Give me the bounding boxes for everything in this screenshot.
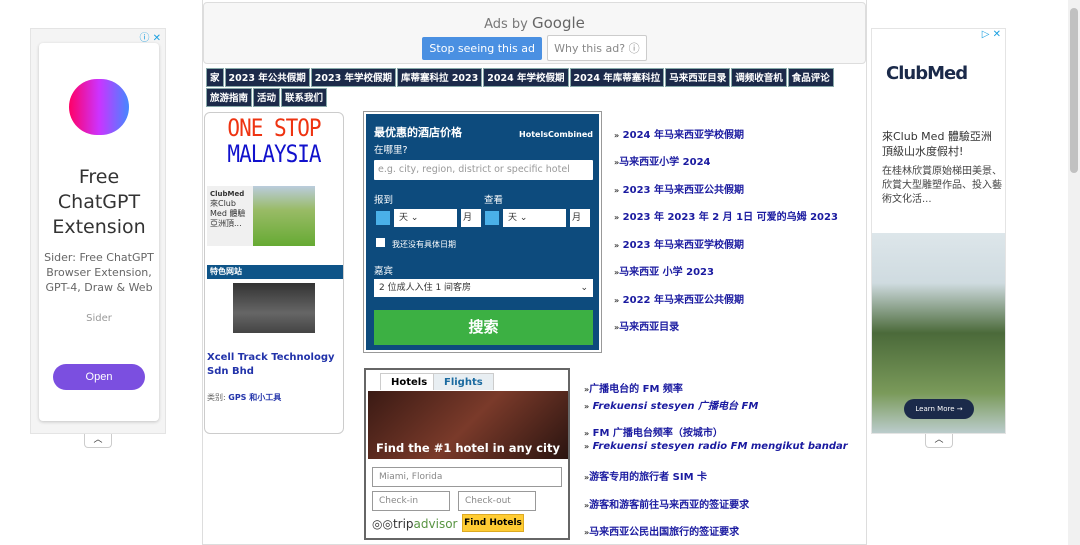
link[interactable]: 2023 年马来西亚公共假期 — [623, 185, 744, 196]
no-dates-checkbox[interactable] — [376, 238, 385, 247]
ad-description: Sider: Free ChatGPT Browser Extension, G… — [44, 251, 154, 294]
location-input[interactable]: Miami, Florida — [372, 467, 562, 487]
hotel-banner: Find the #1 hotel in any city — [368, 391, 568, 459]
ad-headline: Free ChatGPT Extension — [52, 166, 146, 238]
link[interactable]: 2023 年 2023 年 2 月 1日 可爱的乌姆 2023 — [623, 212, 838, 223]
logo-line2[interactable]: MALAYSIA — [205, 140, 343, 168]
ad-close-icon[interactable]: ▷ ✕ — [982, 29, 1001, 40]
link[interactable]: 2023 年马来西亚学校假期 — [623, 240, 744, 251]
checkout-month-select[interactable]: 月 — [570, 209, 590, 227]
guests-select[interactable]: 2 位成人入住 1 间客房 ⌄ — [374, 279, 593, 297]
nav-item[interactable]: 库蒂塞科拉 2023 — [397, 68, 483, 87]
link[interactable]: 马来西亚目录 — [619, 322, 679, 333]
category-label: 类别: — [207, 393, 226, 402]
link[interactable]: 广播电台的 FM 频率 — [589, 384, 683, 395]
why-this-ad-button[interactable]: Why this ad? ⓘ — [547, 35, 647, 61]
open-button[interactable]: Open — [53, 364, 145, 390]
category-link[interactable]: GPS 和小工具 — [228, 393, 281, 402]
checkin-label: 报到 — [374, 195, 394, 206]
link[interactable]: 游客和游客前往马来西亚的签证要求 — [589, 500, 749, 511]
nav-item[interactable]: 联系我们 — [281, 88, 328, 107]
site-link[interactable]: Xcell Track Technology Sdn Bhd — [207, 351, 343, 379]
search-button[interactable]: 搜索 — [374, 310, 593, 345]
guests-label: 嘉宾 — [374, 266, 394, 277]
mini-ad-brand: ClubMed — [210, 190, 245, 198]
nav-item[interactable]: 2023 年学校假期 — [310, 68, 397, 87]
main-nav: 家 2023 年公共假期 2023 年学校假期 库蒂塞科拉 2023 2024 年学校假… — [206, 68, 861, 108]
checkout-day-select[interactable]: 天 ⌄ — [503, 209, 566, 227]
checkin-day-select[interactable]: 天 ⌄ — [394, 209, 457, 227]
ad-title: 來Club Med 體驗亞洲頂級山水度假村! — [882, 130, 992, 158]
nav-item[interactable]: 2024 年学校假期 — [483, 68, 569, 87]
scrollbar[interactable] — [1068, 0, 1080, 545]
nav-item[interactable]: 食品评论 — [787, 68, 834, 87]
rice-terrace-image — [253, 186, 315, 246]
tab-hotels[interactable]: Hotels — [380, 373, 439, 390]
tab-flights[interactable]: Flights — [433, 373, 494, 390]
nav-item[interactable]: 2023 年公共假期 — [224, 68, 310, 87]
collapse-ad-button[interactable]: ︿ — [925, 434, 953, 448]
link[interactable]: FM 广播电台频率（按城市） — [593, 428, 723, 439]
right-ad[interactable]: ▷ ✕ ClubMed 來Club Med 體驗亞洲頂級山水度假村! 在桂林欣賞… — [871, 28, 1006, 434]
widget-title: 最优惠的酒店价格 — [374, 126, 462, 139]
link[interactable]: 2022 年马来西亚公共假期 — [623, 295, 744, 306]
left-ad[interactable]: ⓘ ✕ Free ChatGPT Extension Sider: Free C… — [30, 28, 166, 434]
link[interactable]: 马来西亚 小学 2023 — [619, 267, 714, 278]
checkout-label: 查看 — [484, 195, 504, 206]
google-logo: Google — [532, 14, 585, 32]
no-dates-label: 我还没有具体日期 — [392, 240, 456, 249]
link[interactable]: Frekuensi stesyen radio FM mengikut band… — [593, 441, 848, 452]
calendar-icon[interactable] — [485, 211, 499, 225]
calendar-icon[interactable] — [376, 211, 390, 225]
link[interactable]: Frekuensi stesyen 广播电台 FM — [593, 401, 759, 412]
clubmed-logo: ClubMed — [886, 63, 968, 84]
link[interactable]: 2024 年马来西亚学校假期 — [623, 130, 744, 141]
link[interactable]: 马来西亚小学 2024 — [619, 157, 710, 168]
tripadvisor-widget: Hotels Flights Find the #1 hotel in any … — [364, 368, 570, 540]
nav-item[interactable]: 活动 — [253, 88, 281, 107]
featured-label: 特色网站 — [207, 265, 343, 279]
collapse-ad-button[interactable]: ︿ — [84, 434, 112, 448]
learn-more-button[interactable]: Learn More → — [904, 399, 974, 419]
checkin-month-select[interactable]: 月 — [461, 209, 481, 227]
tripadvisor-logo: ◎◎tripadvisor — [372, 517, 458, 531]
stop-seeing-ad-button[interactable]: Stop seeing this ad — [422, 37, 542, 60]
left-sidebar: ONE STOP MALAYSIA ClubMed 來Club Med 體驗亞洲頂… — [204, 112, 344, 434]
find-hotels-button[interactable]: Find Hotels — [462, 514, 524, 532]
nav-item[interactable]: 2024 年库蒂塞科拉 — [569, 68, 665, 87]
nav-item[interactable]: 调频收音机 — [731, 68, 787, 87]
logo-line1[interactable]: ONE STOP — [205, 114, 343, 142]
brain-logo-icon — [69, 79, 129, 135]
where-label: 在哪里? — [374, 145, 408, 156]
mini-ad-text: 來Club Med 體驗亞洲頂... — [210, 199, 246, 228]
link[interactable]: 游客专用的旅行者 SIM 卡 — [589, 472, 707, 483]
owl-icon: ◎◎ — [372, 517, 393, 531]
top-ad: Ads by Google Stop seeing this ad Why th… — [203, 2, 866, 64]
link[interactable]: 马来西亚公民出国旅行的签证要求 — [589, 527, 739, 538]
hotelscombined-logo: HotelsCombined — [519, 130, 593, 139]
scrollbar-thumb[interactable] — [1070, 8, 1078, 173]
where-input[interactable]: e.g. city, region, district or specific … — [374, 160, 593, 180]
nav-item[interactable]: 旅游指南 — [206, 88, 253, 107]
hotels-combined-widget: 最优惠的酒店价格 HotelsCombined 在哪里? e.g. city, … — [363, 111, 602, 353]
mini-ad[interactable]: ClubMed 來Club Med 體驗亞洲頂... — [207, 186, 315, 246]
checkout-input[interactable]: Check-out — [458, 491, 536, 511]
truck-image[interactable] — [233, 283, 315, 333]
ad-close-icon[interactable]: ⓘ ✕ — [139, 29, 161, 44]
ad-advertiser: Sider — [86, 313, 112, 324]
nav-item[interactable]: 家 — [206, 68, 224, 87]
ads-by-label: Ads by — [484, 17, 528, 32]
nav-item[interactable]: 马来西亚目录 — [665, 68, 731, 87]
ad-text: 在桂林欣賞原始梯田美景、欣賞大型雕塑作品、投入藝術文化活... — [882, 166, 1002, 205]
checkin-input[interactable]: Check-in — [372, 491, 450, 511]
